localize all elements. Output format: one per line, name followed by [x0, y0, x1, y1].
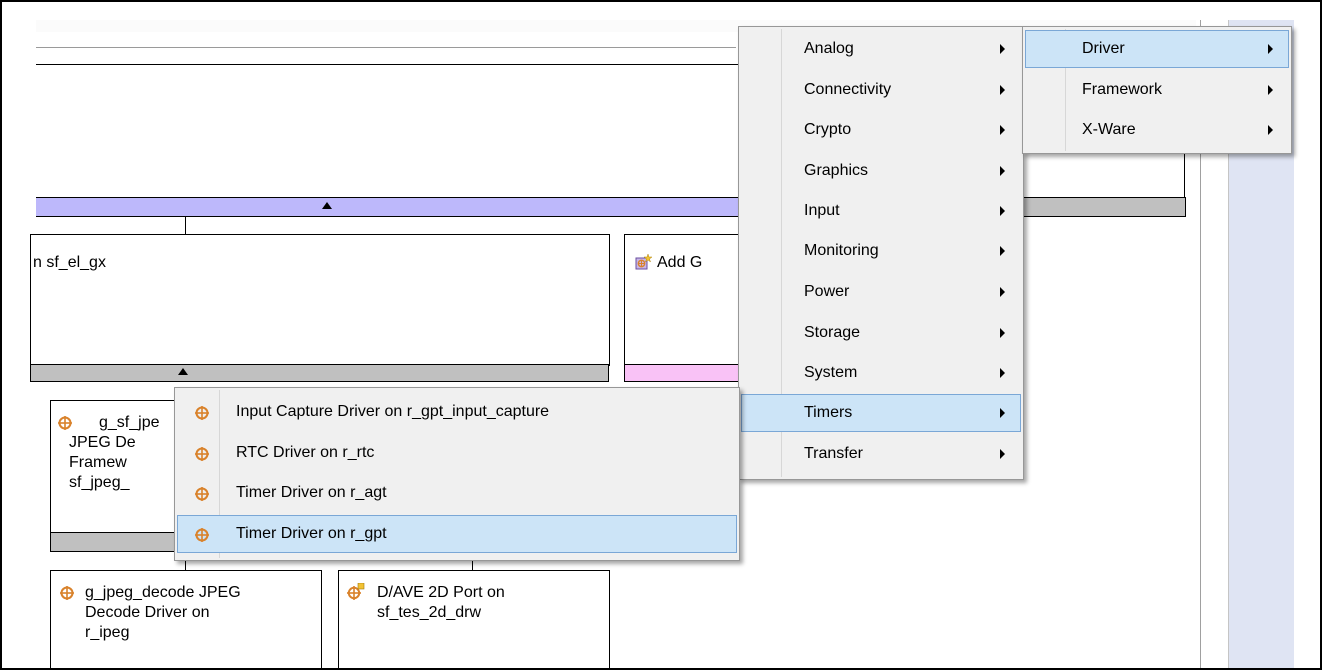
stack-bar-sf-el-gx[interactable] [30, 364, 609, 382]
stack-bar-jpeg[interactable] [50, 532, 184, 552]
menu-item-label: Driver [1082, 40, 1125, 57]
module-dave2d[interactable]: D/AVE 2D Port on sf_tes_2d_drw [338, 570, 610, 668]
menu-item-label: Analog [804, 40, 854, 57]
module-sf-el-gx[interactable]: n sf_el_gx [30, 234, 610, 366]
submenu-arrow-icon [1000, 449, 1005, 459]
menu-item-timers[interactable]: Timers [741, 394, 1021, 432]
menu-item-input[interactable]: Input [741, 192, 1021, 230]
submenu-arrow-icon [1000, 328, 1005, 338]
add-module-box[interactable]: Add G [624, 234, 756, 366]
menu-item-label: Graphics [804, 162, 869, 179]
module-line-2: sf_tes_2d_drw [377, 604, 482, 621]
menu-item-xware[interactable]: X-Ware [1025, 111, 1289, 149]
menu-item-timer-driver-gpt[interactable]: Timer Driver on r_gpt [177, 515, 737, 553]
stack-bar-add [624, 364, 756, 382]
submenu-arrow-icon [1000, 287, 1005, 297]
menu-item-label: Timers [804, 404, 853, 421]
menu-item-driver[interactable]: Driver [1025, 30, 1289, 68]
menu-item-label: Transfer [804, 445, 863, 462]
menu-item-label: Input Capture Driver on r_gpt_input_capt… [236, 403, 550, 420]
submenu-arrow-icon [1000, 166, 1005, 176]
component-icon [194, 446, 210, 467]
menu-item-graphics[interactable]: Graphics [741, 152, 1021, 190]
menu-item-power[interactable]: Power [741, 273, 1021, 311]
module-jpeg-decode[interactable]: g_jpeg_decode JPEG Decode Driver on r_ip… [50, 570, 322, 668]
menu-item-timer-driver-agt[interactable]: Timer Driver on r_agt [177, 474, 737, 512]
menu-item-label: Timer Driver on r_agt [236, 484, 387, 501]
submenu-arrow-icon [1000, 125, 1005, 135]
menu-item-analog[interactable]: Analog [741, 30, 1021, 68]
menu-item-crypto[interactable]: Crypto [741, 111, 1021, 149]
timers-submenu: Input Capture Driver on r_gpt_input_capt… [174, 387, 740, 561]
menu-item-label: System [804, 364, 858, 381]
menu-item-system[interactable]: System [741, 354, 1021, 392]
divider-line [36, 47, 736, 48]
menu-item-label: Storage [804, 324, 861, 341]
menu-item-label: Timer Driver on r_gpt [236, 525, 387, 542]
menu-item-label: X-Ware [1082, 121, 1136, 138]
submenu-arrow-icon [1000, 368, 1005, 378]
type-menu: Driver Framework X-Ware [1022, 26, 1292, 154]
menu-item-rtc-driver[interactable]: RTC Driver on r_rtc [177, 434, 737, 472]
menu-item-framework[interactable]: Framework [1025, 71, 1289, 109]
module-sf-el-gx-label: n sf_el_gx [33, 254, 106, 271]
module-line-3: r_ipeg [85, 624, 130, 641]
component-icon [194, 486, 210, 507]
stack-bar-thread[interactable] [36, 197, 746, 217]
dave-component-icon [347, 582, 365, 606]
component-icon [59, 585, 75, 606]
module-line-3: Framew [69, 454, 127, 471]
add-module-label: Add G [657, 254, 703, 271]
menu-item-label: RTC Driver on r_rtc [236, 444, 375, 461]
menu-item-label: Connectivity [804, 81, 892, 98]
module-line-2: JPEG De [69, 434, 136, 451]
submenu-arrow-icon [1000, 206, 1005, 216]
module-line-2: Decode Driver on [85, 604, 210, 621]
connector-line [185, 216, 186, 234]
component-icon [194, 527, 210, 548]
canvas-frame: n sf_el_gx Add G g_sf_jpe JPEG De Framew… [0, 0, 1322, 670]
menu-item-label: Framework [1082, 81, 1163, 98]
collapse-up-icon[interactable] [178, 368, 188, 375]
menu-item-label: Power [804, 283, 850, 300]
module-jpeg-framework[interactable]: g_sf_jpe JPEG De Framew sf_jpeg_ [50, 400, 182, 534]
menu-item-monitoring[interactable]: Monitoring [741, 232, 1021, 270]
submenu-arrow-icon [1000, 408, 1005, 418]
thread-box-right-border [1184, 152, 1185, 198]
module-line-1: D/AVE 2D Port on [377, 584, 505, 601]
menu-item-transfer[interactable]: Transfer [741, 435, 1021, 473]
menu-item-input-capture-driver[interactable]: Input Capture Driver on r_gpt_input_capt… [177, 393, 737, 431]
menu-item-storage[interactable]: Storage [741, 314, 1021, 352]
submenu-arrow-icon [1268, 85, 1273, 95]
submenu-arrow-icon [1268, 125, 1273, 135]
component-icon [194, 405, 210, 426]
submenu-arrow-icon [1000, 85, 1005, 95]
module-line-4: sf_jpeg_ [69, 474, 130, 491]
menu-item-label: Input [804, 202, 840, 219]
menu-item-connectivity[interactable]: Connectivity [741, 71, 1021, 109]
add-module-icon [635, 253, 653, 270]
submenu-arrow-icon [1000, 44, 1005, 54]
collapse-up-icon[interactable] [322, 202, 332, 209]
menu-item-label: Crypto [804, 121, 852, 138]
module-line-1: g_sf_jpe [99, 414, 160, 431]
module-line-1: g_jpeg_decode JPEG [85, 584, 241, 601]
category-menu: Analog Connectivity Crypto Graphics Inpu… [738, 26, 1024, 480]
submenu-arrow-icon [1000, 246, 1005, 256]
right-panel-margin [1294, 20, 1320, 668]
menu-item-label: Monitoring [804, 242, 879, 259]
submenu-arrow-icon [1268, 44, 1273, 54]
